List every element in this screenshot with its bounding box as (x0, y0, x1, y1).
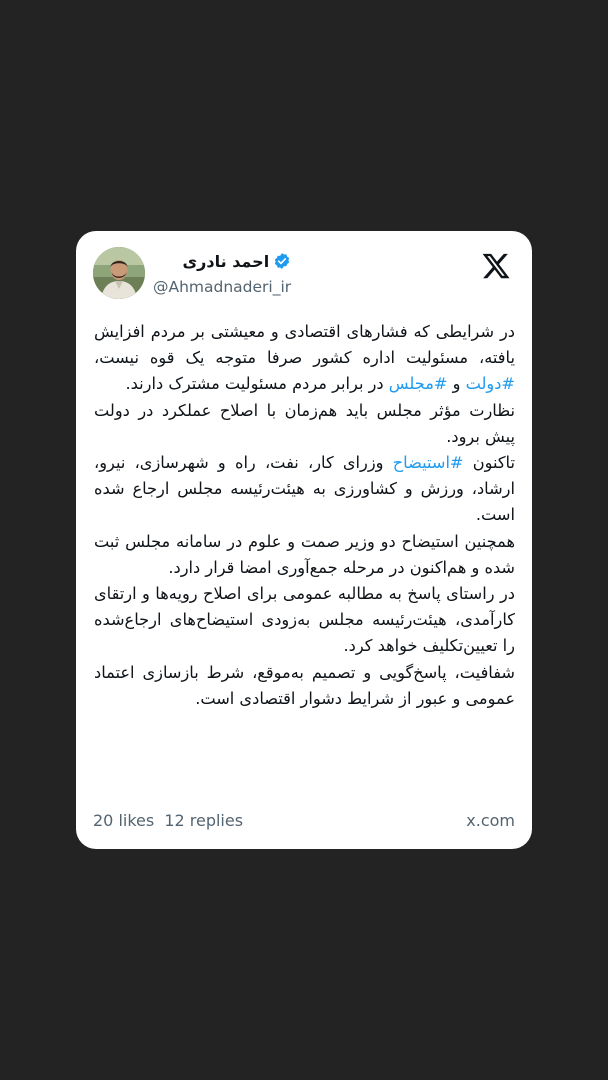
post-paragraph: تاکنون #استیضاح وزرای کار، نفت، راه و شه… (94, 450, 515, 529)
post-card: احمد نادری @Ahmadnaderi_ir در شرایطی که … (76, 231, 532, 849)
post-text: و (447, 374, 466, 394)
post-text: در شرایطی که فشارهای اقتصادی و معیشتی بر… (94, 322, 515, 368)
post-paragraph: در شرایطی که فشارهای اقتصادی و معیشتی بر… (94, 319, 515, 398)
source-domain-link[interactable]: x.com (466, 811, 515, 830)
post-text: در برابر مردم مسئولیت مشترک دارند. (125, 374, 389, 394)
hashtag-link[interactable]: #مجلس (389, 374, 448, 393)
post-text: شفافیت، پاسخ‌گویی و تصمیم به‌موقع، شرط ب… (94, 662, 515, 708)
post-text: تاکنون (463, 453, 515, 473)
post-text: نظارت مؤثر مجلس باید هم‌زمان با اصلاح عم… (94, 400, 515, 446)
post-paragraph: در راستای پاسخ به مطالبه عمومی برای اصلا… (94, 581, 515, 660)
post-paragraph: شفافیت، پاسخ‌گویی و تصمیم به‌موقع، شرط ب… (94, 660, 515, 712)
post-header: احمد نادری @Ahmadnaderi_ir (93, 247, 515, 303)
replies-count[interactable]: 12 replies (164, 811, 243, 830)
author-display-name[interactable]: احمد نادری (183, 252, 270, 271)
post-body: در شرایطی که فشارهای اقتصادی و معیشتی بر… (94, 319, 515, 712)
profile-photo-icon (93, 247, 145, 299)
author-avatar[interactable] (93, 247, 145, 299)
post-footer: 20 likes 12 replies x.com (93, 811, 515, 835)
author-handle[interactable]: @Ahmadnaderi_ir (153, 278, 291, 296)
author-info: احمد نادری @Ahmadnaderi_ir (153, 249, 291, 297)
hashtag-link[interactable]: #استیضاح (393, 453, 464, 472)
post-stats: 20 likes 12 replies (93, 811, 248, 830)
likes-count[interactable]: 20 likes (93, 811, 154, 830)
post-text: همچنین استیضاح دو وزیر صمت و علوم در سام… (94, 531, 515, 577)
post-paragraph: نظارت مؤثر مجلس باید هم‌زمان با اصلاح عم… (94, 398, 515, 450)
hashtag-link[interactable]: #دولت (466, 374, 515, 393)
post-paragraph: همچنین استیضاح دو وزیر صمت و علوم در سام… (94, 529, 515, 581)
author-name-row: احمد نادری (153, 249, 291, 273)
x-logo-icon[interactable] (481, 251, 511, 281)
verified-badge-icon (275, 253, 290, 269)
post-text: در راستای پاسخ به مطالبه عمومی برای اصلا… (94, 584, 515, 656)
